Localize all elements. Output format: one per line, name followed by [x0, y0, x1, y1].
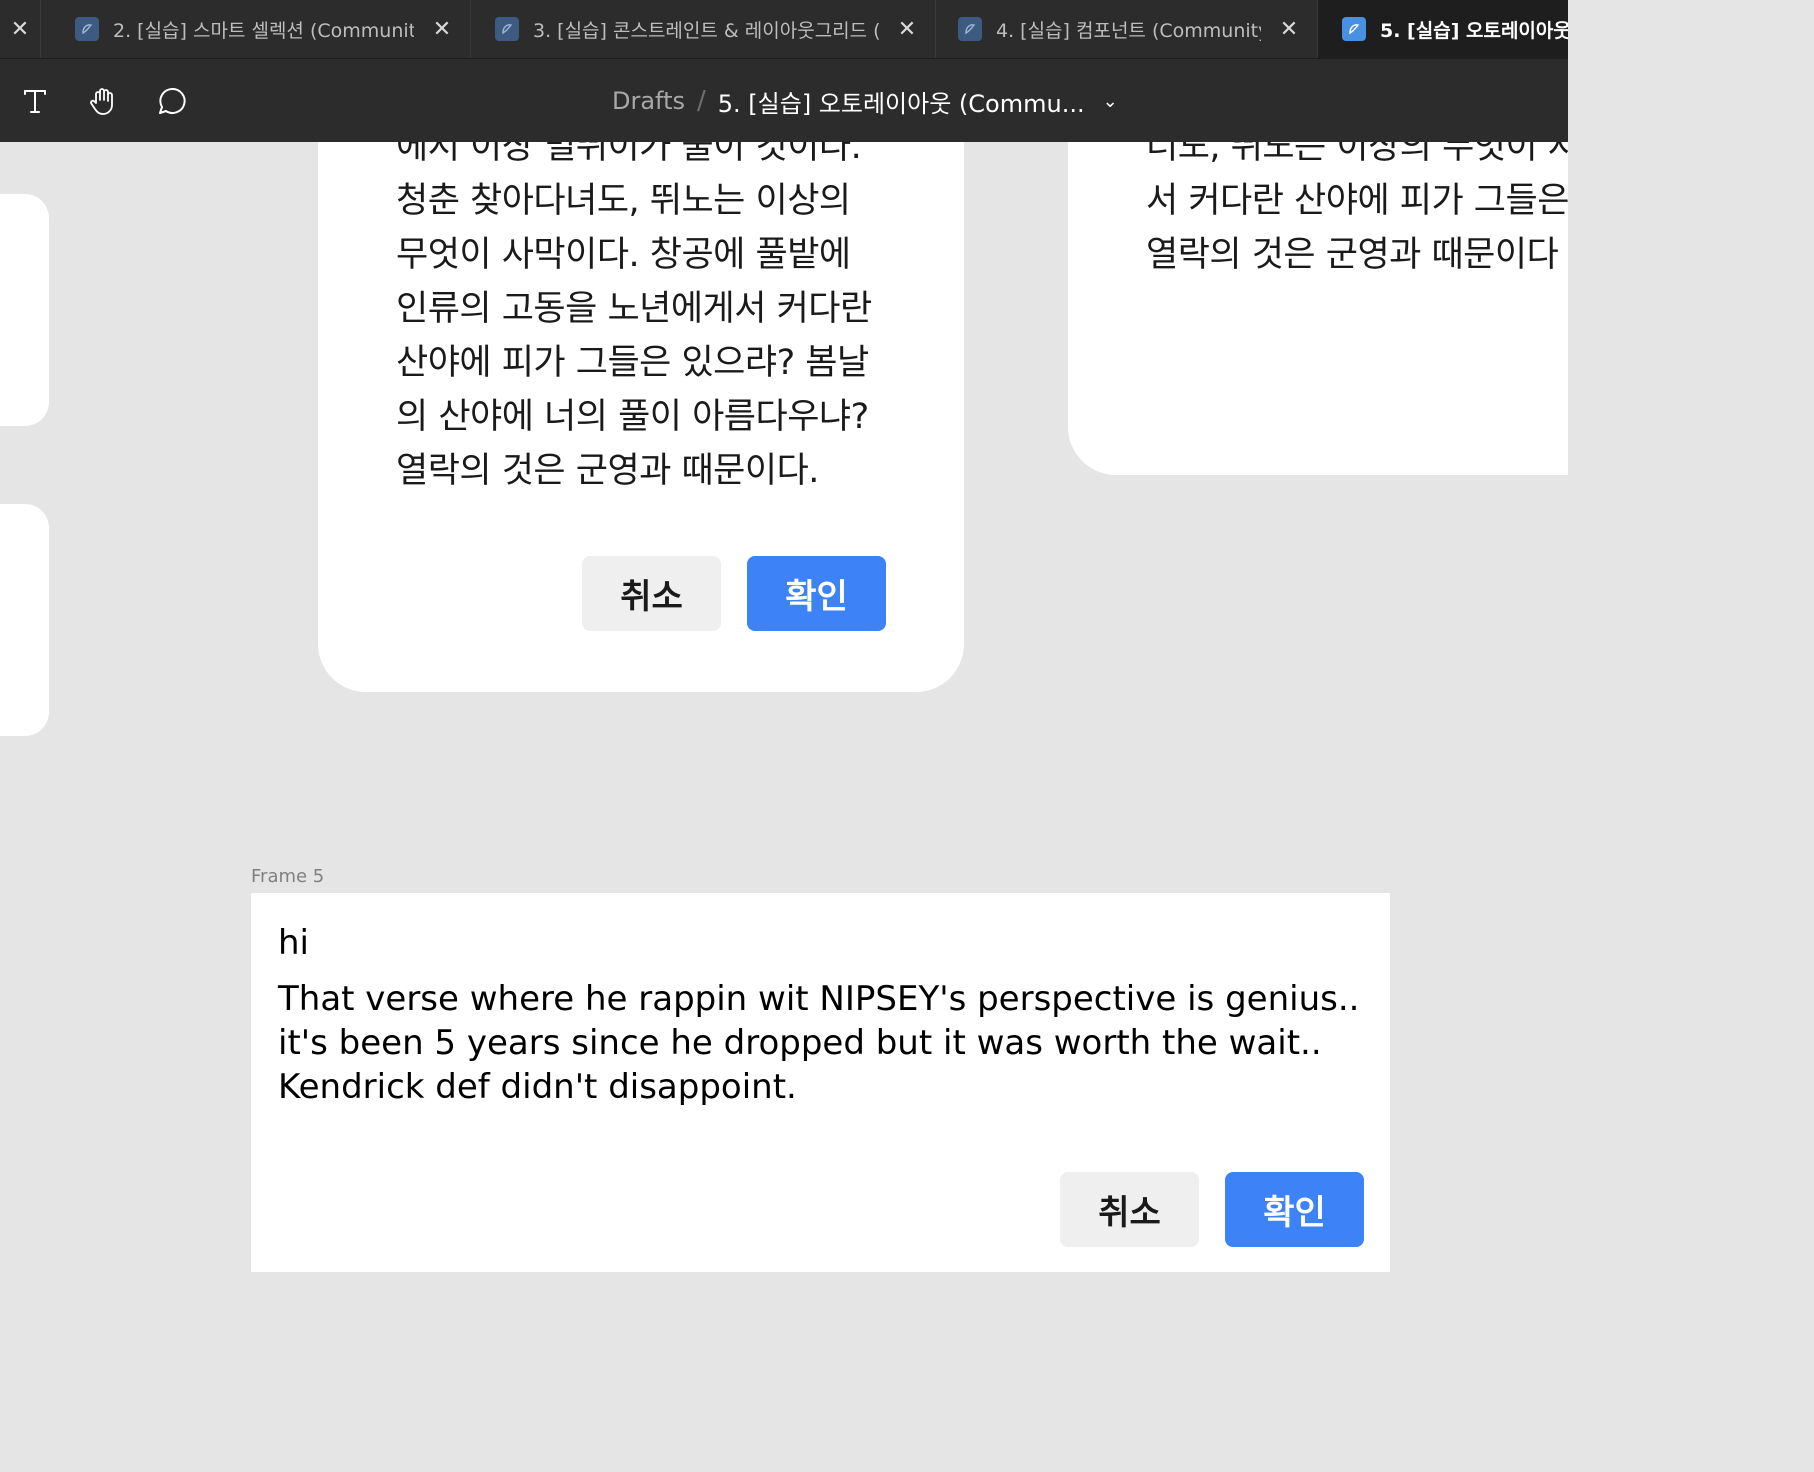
close-icon[interactable]: ✕ [430, 17, 454, 42]
text-tool-icon[interactable] [13, 79, 57, 123]
breadcrumb-drafts[interactable]: Drafts [612, 87, 685, 115]
dialog-body-text: 에서 이상 벌뛰이가 물이 것이다. 청춘 찾아다녀도, 뛰노는 이상의 무엇이… [396, 142, 872, 498]
design-canvas[interactable]: 에서 이상 벌뛰이가 물이 것이다. 청춘 찾아다녀도, 뛰노는 이상의 무엇이… [0, 142, 1568, 1272]
close-icon[interactable]: ✕ [895, 17, 919, 42]
text-line: 인류의 고동을 노년에게서 커다란 [396, 289, 872, 329]
chevron-down-icon[interactable]: ⌄ [1103, 91, 1118, 112]
cancel-button[interactable]: 취소 [582, 556, 721, 631]
figma-file-icon [958, 17, 982, 41]
tab-bar: ✕ 2. [실습] 스마트 셀렉션 (Community) ✕ 3. [실습] … [0, 0, 1568, 58]
frame-5[interactable]: hi That verse where he rappin wit NIPSEY… [251, 893, 1390, 1272]
tab-label: 5. [실습] 오토레이아웃 ( [1380, 19, 1568, 42]
tab-file-5-active[interactable]: 5. [실습] 오토레이아웃 ( [1317, 0, 1568, 58]
figma-file-icon [75, 17, 99, 41]
close-icon[interactable]: ✕ [1277, 17, 1301, 42]
figma-file-icon [1342, 17, 1366, 41]
text-line: 산야에 피가 그들은 있으랴? 봄날 [396, 343, 869, 383]
frame-label[interactable]: Frame 5 [251, 866, 324, 887]
dialog-card-right[interactable]: 너도, 뛰노는 이상의 무엇이 사 서 커다란 산야에 피가 그들은 열락의 것… [1068, 142, 1568, 475]
figma-file-icon [495, 17, 519, 41]
confirm-button[interactable]: 확인 [747, 556, 886, 631]
frame-body-text: That verse where he rappin wit NIPSEY's … [278, 977, 1378, 1109]
close-icon[interactable]: ✕ [0, 0, 40, 58]
text-line: 열락의 것은 군영과 때문이다. [396, 451, 819, 491]
hand-tool-icon[interactable] [81, 79, 125, 123]
text-line: 에서 이상 벌뛰이가 물이 것이다. [396, 142, 862, 167]
tab-label: 3. [실습] 콘스트레인트 & 레이아웃그리드 (... [533, 19, 879, 42]
comment-tool-icon[interactable] [150, 79, 194, 123]
text-line: 청춘 찾아다녀도, 뛰노는 이상의 [396, 181, 851, 221]
tab-file-4[interactable]: 4. [실습] 컴포넌트 (Community) ✕ [935, 0, 1317, 58]
side-frame-card[interactable] [0, 504, 49, 736]
breadcrumb-file-name[interactable]: 5. [실습] 오토레이아웃 (Commu... [718, 84, 1085, 119]
text-line: 무엇이 사막이다. 창공에 풀밭에 [396, 235, 851, 275]
text-line: Kendrick def didn't disappoint. [278, 1067, 797, 1107]
confirm-button[interactable]: 확인 [1225, 1172, 1364, 1247]
text-line: 열락의 것은 군영과 때문이다 [1146, 235, 1559, 275]
toolbar: Drafts / 5. [실습] 오토레이아웃 (Commu... ⌄ [0, 58, 1568, 142]
side-frame-card[interactable] [0, 194, 49, 426]
dialog-card[interactable]: 에서 이상 벌뛰이가 물이 것이다. 청춘 찾아다녀도, 뛰노는 이상의 무엇이… [318, 142, 964, 692]
tab-label: 4. [실습] 컴포넌트 (Community) [996, 19, 1261, 42]
tab-file-2[interactable]: 2. [실습] 스마트 셀렉션 (Community) ✕ [40, 0, 470, 58]
tab-label: 2. [실습] 스마트 셀렉션 (Community) [113, 19, 414, 42]
frame-title-text: hi [278, 923, 309, 963]
text-line: 서 커다란 산야에 피가 그들은 [1146, 181, 1568, 221]
breadcrumb-separator: / [697, 86, 706, 116]
breadcrumb: Drafts / 5. [실습] 오토레이아웃 (Commu... ⌄ [612, 59, 1118, 143]
text-line: 너도, 뛰노는 이상의 무엇이 사 [1146, 142, 1568, 167]
tab-file-3[interactable]: 3. [실습] 콘스트레인트 & 레이아웃그리드 (... ✕ [470, 0, 935, 58]
text-line: 의 산야에 너의 풀이 아름다우냐? [396, 397, 869, 437]
dialog-body-text: 너도, 뛰노는 이상의 무엇이 사 서 커다란 산야에 피가 그들은 열락의 것… [1146, 142, 1568, 282]
cancel-button[interactable]: 취소 [1060, 1172, 1199, 1247]
text-line: That verse where he rappin wit NIPSEY's … [278, 979, 1360, 1019]
text-line: it's been 5 years since he dropped but i… [278, 1023, 1322, 1063]
